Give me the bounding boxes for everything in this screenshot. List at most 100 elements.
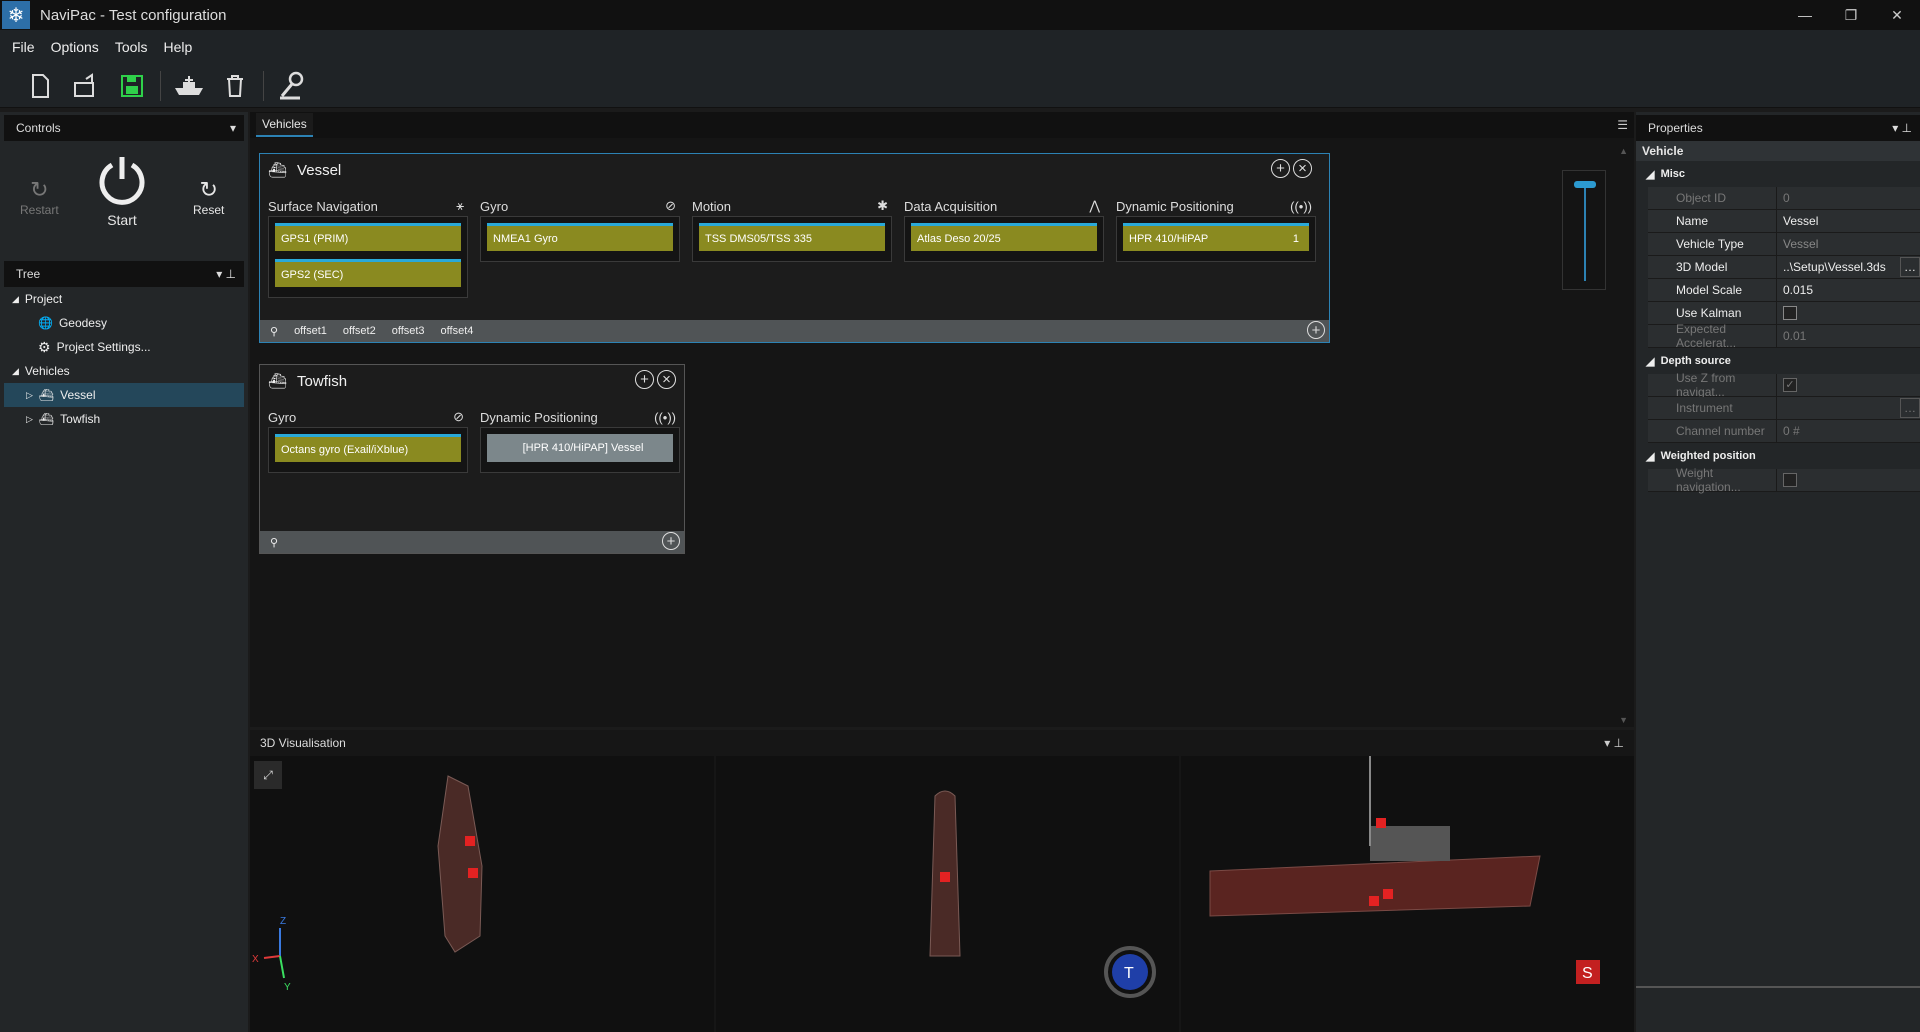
offsets-bar: ⚲ + [260, 531, 684, 553]
prop-model-scale-input[interactable]: 0.015 [1776, 279, 1920, 301]
collapse-icon[interactable]: ▷ [26, 390, 33, 401]
browse-button[interactable]: … [1900, 257, 1920, 277]
reset-button[interactable]: ↻ Reset [193, 177, 224, 217]
prop-value: Vessel [1776, 233, 1920, 255]
title-bar: ❄ NaviPac - Test configuration — ❐ ✕ [0, 0, 1920, 30]
collapse-icon[interactable]: ▷ [26, 414, 33, 425]
device-hpr410[interactable]: HPR 410/HiPAP 1 [1123, 223, 1309, 251]
offset-item[interactable]: offset3 [392, 325, 425, 337]
tools-button[interactable] [274, 68, 310, 104]
scroll-up-icon[interactable]: ▲ [1619, 146, 1628, 156]
new-file-button[interactable] [22, 68, 58, 104]
gear-icon: ⚙ [38, 338, 51, 355]
close-window-button[interactable]: ✕ [1874, 0, 1920, 30]
group-dynamic-positioning: Dynamic Positioning ((•)) [HPR 410/HiPAP]… [480, 407, 680, 473]
add-offset-icon[interactable]: + [662, 532, 680, 550]
add-vehicle-button[interactable] [171, 68, 207, 104]
tree-item-vessel[interactable]: ▷ ⛴ Vessel [4, 383, 244, 407]
start-label: Start [107, 212, 137, 228]
menu-help[interactable]: Help [156, 39, 201, 55]
restart-button[interactable]: ↻ Restart [20, 177, 59, 217]
device-hpr410-vessel[interactable]: [HPR 410/HiPAP] Vessel [487, 434, 673, 462]
device-nmea1-gyro[interactable]: NMEA1 Gyro [487, 223, 673, 251]
save-button[interactable] [114, 68, 150, 104]
tree-item-geodesy[interactable]: 🌐 Geodesy [4, 311, 244, 335]
pin-icon[interactable]: ▾ ⊥ [216, 267, 236, 281]
scroll-down-icon[interactable]: ▼ [1619, 715, 1628, 725]
prop-model-scale[interactable]: Model Scale 0.015 [1648, 279, 1920, 302]
pin-icon[interactable]: ▾ ⊥ [1892, 121, 1912, 135]
app-logo-icon: ❄ [2, 1, 30, 29]
zoom-slider[interactable] [1562, 170, 1606, 290]
offset-item[interactable]: offset4 [441, 325, 474, 337]
sensor-marker [1376, 818, 1386, 828]
tab-vehicles[interactable]: Vehicles [256, 113, 313, 137]
delete-button[interactable] [217, 68, 253, 104]
prop-key: 3D Model [1648, 256, 1776, 278]
offset-item[interactable]: offset2 [343, 325, 376, 337]
minimize-button[interactable]: — [1782, 0, 1828, 30]
prop-value [1776, 469, 1920, 491]
offset-item[interactable]: offset1 [294, 325, 327, 337]
prop-name[interactable]: Name Vessel [1648, 210, 1920, 233]
prop-vehicle-type: Vehicle Type Vessel [1648, 233, 1920, 256]
sensor-marker [940, 872, 950, 882]
device-tss[interactable]: TSS DMS05/TSS 335 [699, 223, 885, 251]
device-gps2[interactable]: GPS2 (SEC) [275, 259, 461, 287]
prop-value: 0.01 [1776, 325, 1920, 347]
tree-item-project-settings[interactable]: ⚙ Project Settings... [4, 335, 244, 359]
device-octans-gyro[interactable]: Octans gyro (Exail/iXblue) [275, 434, 461, 462]
tree-item-vehicles[interactable]: ◢ Vehicles [4, 359, 244, 383]
marker-t-label: T [1124, 965, 1134, 982]
add-icon[interactable]: + [635, 370, 654, 389]
towfish-card[interactable]: ⛴ Towfish + × Gyro ⊘ Octans gyro (Exail/i… [259, 364, 685, 554]
expand-icon[interactable]: ◢ [12, 294, 19, 305]
device-atlas-deso[interactable]: Atlas Deso 20/25 [911, 223, 1097, 251]
prop-name-input[interactable]: Vessel [1776, 210, 1920, 232]
use-kalman-checkbox[interactable] [1783, 306, 1797, 320]
toolbar-separator [263, 70, 264, 101]
broadcast-icon: ((•)) [654, 409, 676, 425]
close-icon[interactable]: × [1293, 159, 1312, 178]
prop-value: ..\Setup\Vessel.3ds … [1776, 256, 1920, 278]
device-gps1[interactable]: GPS1 (PRIM) [275, 223, 461, 251]
tree-item-towfish[interactable]: ▷ ⛴ Towfish [4, 407, 244, 431]
motion-icon: ✱ [877, 198, 888, 213]
device-label: HPR 410/HiPAP [1129, 232, 1209, 245]
group-dynamic-positioning: Dynamic Positioning ((•)) HPR 410/HiPAP 1 [1116, 196, 1316, 262]
vessel-card[interactable]: ⛴ Vessel + × Surface Navigation ⚹ GPS1 (P… [259, 153, 1330, 343]
browse-button: … [1900, 398, 1920, 418]
menu-file[interactable]: File [4, 39, 43, 55]
vessel-top-view [437, 775, 483, 953]
start-button[interactable]: Start [96, 153, 148, 228]
menu-tools[interactable]: Tools [107, 39, 156, 55]
expand-icon[interactable]: ◢ [12, 366, 19, 377]
model-path[interactable]: ..\Setup\Vessel.3ds [1783, 260, 1886, 274]
panel-menu-icon[interactable]: ☰ [1617, 118, 1628, 132]
visualisation-title: 3D Visualisation [260, 736, 346, 750]
gyro-icon: ⊘ [665, 198, 676, 213]
open-file-button[interactable] [68, 68, 104, 104]
menu-options[interactable]: Options [43, 39, 107, 55]
panel-divider[interactable] [1636, 986, 1920, 988]
pin-icon[interactable]: ▾ ⊥ [1604, 736, 1624, 750]
satellite-icon: ⚹ [456, 198, 464, 213]
left-panel: Controls ▾ ↻ Restart Start ↻ Reset Tree … [0, 112, 248, 1032]
group-gyro: Gyro ⊘ Octans gyro (Exail/iXblue) [268, 407, 468, 473]
dropdown-icon[interactable]: ▾ [230, 121, 236, 135]
vessel-front-view [929, 790, 961, 957]
vessel-icon: ⛴ [268, 162, 288, 179]
tree-item-project[interactable]: ◢ Project [4, 287, 244, 311]
close-icon[interactable]: × [657, 370, 676, 389]
vessel-icon: ⛴ [268, 373, 288, 390]
vessel-icon: ⛴ [38, 412, 55, 426]
section-misc[interactable]: ◢ Misc [1636, 161, 1920, 187]
prop-3d-model[interactable]: 3D Model ..\Setup\Vessel.3ds … [1648, 256, 1920, 279]
slider-handle[interactable] [1574, 181, 1596, 188]
add-offset-icon[interactable]: + [1307, 321, 1325, 339]
menu-bar: File Options Tools Help [0, 30, 1920, 64]
add-icon[interactable]: + [1271, 159, 1290, 178]
restore-button[interactable]: ❐ [1828, 0, 1874, 30]
sensor-marker [1383, 889, 1393, 899]
prop-key: Expected Accelerat... [1648, 322, 1776, 350]
